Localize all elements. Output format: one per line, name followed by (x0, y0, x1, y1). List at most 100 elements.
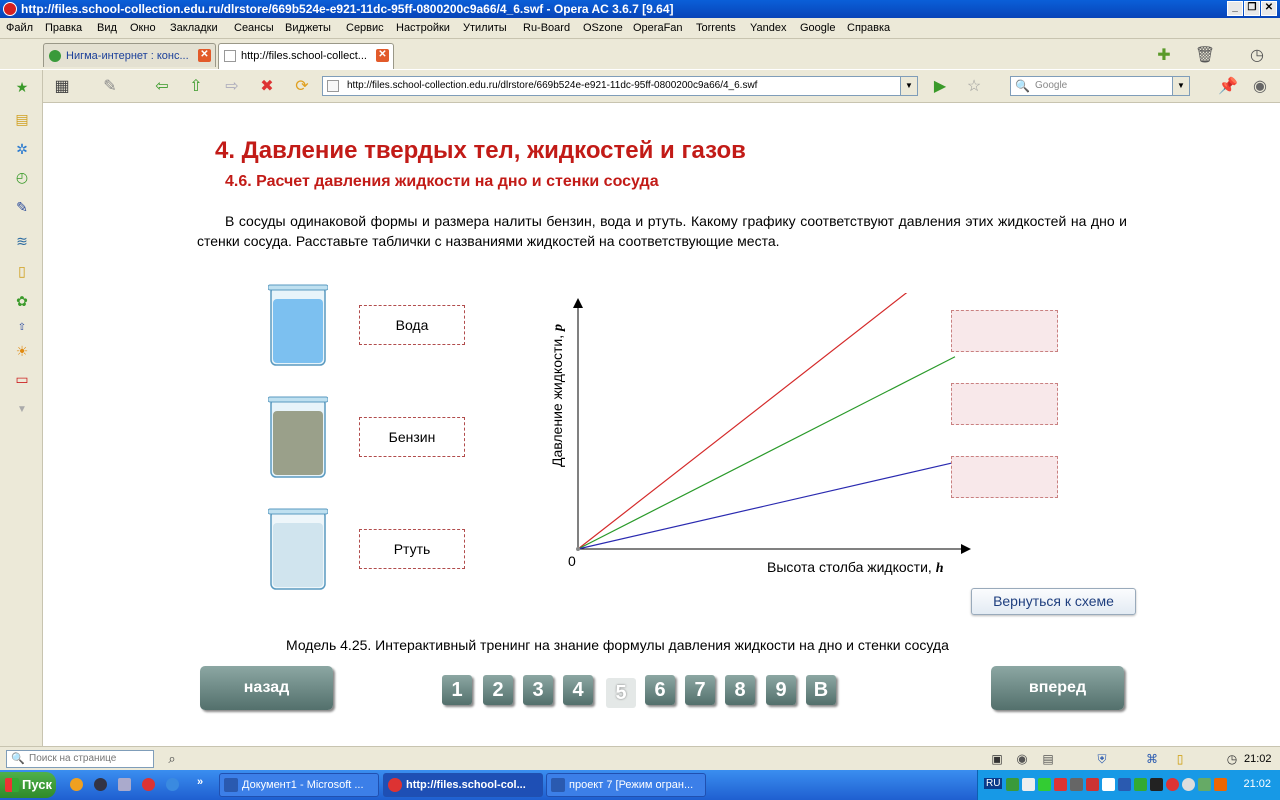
clock-icon[interactable]: ◷ (1245, 43, 1269, 67)
task-word[interactable]: Документ1 - Microsoft ... (219, 773, 379, 797)
tray-app-icon[interactable] (1150, 778, 1163, 791)
quicklaunch-ie-icon[interactable] (166, 778, 179, 791)
menu-help[interactable]: Справка (847, 22, 890, 34)
tray-app-icon[interactable] (1086, 778, 1099, 791)
forward-arrow-icon[interactable]: ⇨ (220, 74, 244, 98)
stop-icon[interactable]: ✖ (255, 74, 279, 98)
menu-view[interactable]: Вид (97, 22, 117, 34)
page-button-8[interactable]: 8 (725, 675, 755, 705)
links-panel-icon[interactable]: ≋ (13, 232, 31, 250)
quicklaunch-xml-icon[interactable] (118, 778, 131, 791)
tray-app-icon[interactable] (1118, 778, 1131, 791)
panels-icon[interactable]: ▦ (50, 74, 74, 98)
label-mercury[interactable]: Ртуть (359, 529, 465, 569)
tab-nigma[interactable]: Нигма-интернет : конс... ✕ (43, 43, 216, 67)
tray-app-icon[interactable] (1182, 778, 1195, 791)
close-tab-icon[interactable]: ✕ (198, 49, 211, 62)
menu-google[interactable]: Google (800, 22, 835, 34)
bookmark-star-icon[interactable]: ☆ (962, 74, 986, 98)
bookmarks-panel-icon[interactable]: ★ (13, 78, 31, 96)
page-button-7[interactable]: 7 (685, 675, 715, 705)
menu-torrents[interactable]: Torrents (696, 22, 736, 34)
window-panel-icon[interactable]: ▭ (13, 370, 31, 388)
tray-app-icon[interactable] (1134, 778, 1147, 791)
menu-edit[interactable]: Правка (45, 22, 82, 34)
close-window-button[interactable]: ✕ (1261, 1, 1277, 16)
drop-target-green[interactable] (951, 383, 1058, 425)
start-button[interactable]: Пуск (0, 772, 56, 798)
task-project[interactable]: проект 7 [Режим огран... (546, 773, 706, 797)
transfers-panel-icon[interactable]: ✎ (13, 198, 31, 216)
contacts-panel-icon[interactable]: ✿ (13, 292, 31, 310)
notes-panel-icon[interactable]: ▯ (13, 262, 31, 280)
settings-panel-icon[interactable]: ✲ (13, 140, 31, 158)
find-input[interactable]: 🔍 Поиск на странице (6, 750, 154, 768)
back-arrow-icon[interactable]: ⇦ (150, 74, 174, 98)
history-panel-icon[interactable]: ◴ (13, 168, 31, 186)
quicklaunch-opera-icon[interactable] (142, 778, 155, 791)
page-button-1[interactable]: 1 (442, 675, 472, 705)
find-go-icon[interactable]: ⌕ (160, 747, 184, 771)
widgets-panel-icon[interactable]: ▤ (13, 110, 31, 128)
label-gasoline[interactable]: Бензин (359, 417, 465, 457)
tab-school-collection[interactable]: http://files.school-collect... ✕ (218, 43, 394, 69)
sun-panel-icon[interactable]: ☀ (13, 342, 31, 360)
quicklaunch-more-icon[interactable]: » (197, 776, 203, 788)
label-water[interactable]: Вода (359, 305, 465, 345)
status-sound-icon[interactable]: ◉ (1010, 747, 1034, 771)
reload-icon[interactable]: ⟳ (290, 74, 314, 98)
tray-app-icon[interactable] (1198, 778, 1211, 791)
menu-yandex[interactable]: Yandex (750, 22, 787, 34)
quicklaunch-browser-icon[interactable] (70, 778, 83, 791)
close-tab-icon[interactable]: ✕ (376, 49, 389, 62)
bookmark-add-icon[interactable]: ✚ (1152, 43, 1176, 67)
quicklaunch-x-icon[interactable] (94, 778, 107, 791)
address-field[interactable]: http://files.school-collection.edu.ru/dl… (322, 76, 918, 96)
home-up-icon[interactable]: ⇧ (184, 74, 208, 98)
menu-window[interactable]: Окно (130, 22, 156, 34)
status-doc-icon[interactable]: ▯ (1168, 747, 1192, 771)
more-panels-icon[interactable]: ▼ (13, 400, 31, 418)
tray-app-icon[interactable] (1022, 778, 1035, 791)
menu-ruboard[interactable]: Ru-Board (523, 22, 570, 34)
page-button-4[interactable]: 4 (563, 675, 593, 705)
pin-icon[interactable]: 📌 (1216, 74, 1240, 98)
address-dropdown-icon[interactable]: ▼ (900, 77, 917, 95)
page-button-6[interactable]: 6 (645, 675, 675, 705)
info-panel-icon[interactable]: ⇧ (13, 318, 31, 336)
menu-file[interactable]: Файл (6, 22, 33, 34)
menu-utilities[interactable]: Утилиты (463, 22, 507, 34)
page-button-5-current[interactable]: 5 (606, 678, 636, 708)
tray-app-icon[interactable] (1070, 778, 1083, 791)
tray-app-icon[interactable] (1102, 778, 1115, 791)
page-button-9[interactable]: 9 (766, 675, 796, 705)
page-button-v[interactable]: В (806, 675, 836, 705)
menu-settings[interactable]: Настройки (396, 22, 450, 34)
menu-bookmarks[interactable]: Закладки (170, 22, 218, 34)
menu-operafan[interactable]: OperaFan (633, 22, 683, 34)
go-icon[interactable]: ▶ (928, 74, 952, 98)
status-image-icon[interactable]: ▤ (1036, 747, 1060, 771)
menu-oszone[interactable]: OSzone (583, 22, 623, 34)
page-button-2[interactable]: 2 (483, 675, 513, 705)
minimize-button[interactable]: _ (1227, 1, 1243, 16)
tray-app-icon[interactable] (1038, 778, 1051, 791)
tray-app-icon[interactable] (1006, 778, 1019, 791)
pen-icon[interactable]: ✎ (98, 74, 122, 98)
menu-widgets[interactable]: Виджеты (285, 22, 331, 34)
search-engine-dropdown-icon[interactable]: ▼ (1172, 77, 1189, 95)
language-indicator[interactable]: RU (984, 778, 1003, 789)
trash-icon[interactable]: 🗑 (1193, 43, 1217, 67)
back-to-scheme-button[interactable]: Вернуться к схеме (971, 588, 1136, 615)
page-button-3[interactable]: 3 (523, 675, 553, 705)
eye-icon[interactable]: ◉ (1248, 74, 1272, 98)
forward-button[interactable]: вперед (991, 666, 1124, 710)
status-network-icon[interactable]: ⌘ (1140, 747, 1164, 771)
task-opera[interactable]: http://files.school-col... (383, 773, 543, 797)
tray-app-icon[interactable] (1054, 778, 1067, 791)
tray-app-icon[interactable] (1214, 778, 1227, 791)
restore-button[interactable]: ❐ (1244, 1, 1260, 16)
status-shield-icon[interactable]: ⛨ (1090, 747, 1114, 771)
back-button[interactable]: назад (200, 666, 333, 710)
search-field[interactable]: 🔍 Google ▼ (1010, 76, 1190, 96)
